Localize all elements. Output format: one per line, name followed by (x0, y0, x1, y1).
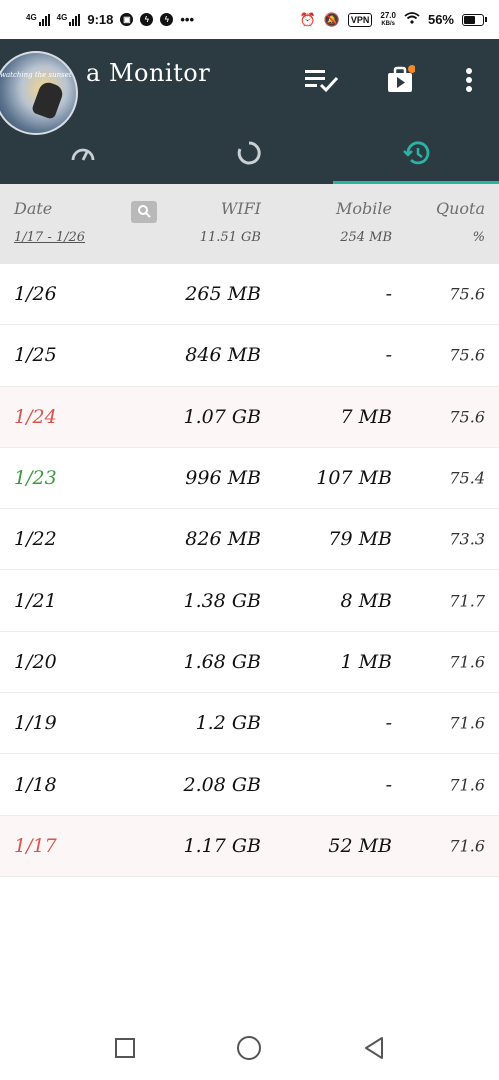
row-mobile: - (385, 283, 392, 306)
mute-icon: 🔕 (323, 11, 340, 27)
row-wifi: 2.08 GB (183, 773, 261, 796)
app-title: a Monitor (86, 59, 211, 87)
row-quota: 71.7 (449, 591, 485, 611)
alarm-icon: ⏰ (299, 11, 316, 27)
row-quota: 71.6 (449, 713, 485, 733)
row-quota: 75.6 (449, 407, 485, 427)
more-notifications-icon: ••• (180, 12, 195, 27)
table-row[interactable]: 1/24 1.07 GB 7 MB 75.6 (0, 386, 499, 448)
row-date: 1/23 (14, 467, 57, 490)
row-date: 1/17 (14, 834, 57, 857)
row-mobile: 1 MB (340, 650, 392, 673)
row-date: 1/20 (14, 650, 57, 673)
app-header: watching the sunset a Monitor (0, 39, 499, 184)
row-date: 1/21 (14, 589, 57, 612)
row-wifi: 1.17 GB (183, 834, 261, 857)
battery-icon (462, 13, 487, 26)
row-wifi: 265 MB (185, 283, 261, 306)
row-mobile: - (385, 773, 392, 796)
history-icon (402, 140, 430, 170)
signal-icon: 4G (26, 13, 50, 26)
row-quota: 71.6 (449, 836, 485, 856)
table-row[interactable]: 1/18 2.08 GB - 71.6 (0, 754, 499, 816)
row-wifi: 1.68 GB (183, 650, 261, 673)
more-options-icon[interactable] (452, 63, 486, 97)
tab-usage[interactable] (166, 125, 332, 184)
store-bag-icon[interactable] (383, 63, 417, 97)
row-date: 1/22 (14, 528, 57, 551)
search-icon (137, 203, 151, 222)
signal-icon-2: 4G (57, 13, 81, 26)
table-row[interactable]: 1/21 1.38 GB 8 MB 71.7 (0, 570, 499, 632)
row-mobile: 8 MB (340, 589, 392, 612)
table-row[interactable]: 1/20 1.68 GB 1 MB 71.6 (0, 632, 499, 694)
network-speed: 27.0 KB/s (380, 10, 396, 27)
row-date: 1/18 (14, 773, 57, 796)
row-quota: 71.6 (449, 775, 485, 795)
status-bar: 4G 4G 9:18 ▣ ϟ ϟ ••• ⏰ 🔕 VPN 27.0 KB/s 5… (0, 0, 499, 39)
tab-bar (0, 125, 499, 184)
row-quota: 75.6 (449, 284, 485, 304)
row-mobile: - (385, 712, 392, 735)
table-row[interactable]: 1/25 846 MB - 75.6 (0, 325, 499, 387)
vpn-badge: VPN (347, 12, 373, 27)
home-button[interactable] (236, 1035, 262, 1065)
avatar[interactable]: watching the sunset (0, 51, 78, 135)
wechat-notification-icon: ▣ (120, 13, 134, 26)
search-button[interactable] (131, 201, 157, 223)
row-wifi: 1.07 GB (183, 405, 261, 428)
row-mobile: 79 MB (328, 528, 392, 551)
quota-unit: % (472, 230, 485, 245)
row-mobile: - (385, 344, 392, 367)
row-wifi: 1.2 GB (195, 712, 261, 735)
mobile-total: 254 MB (340, 230, 392, 245)
battery-level: 56% (427, 12, 454, 27)
row-date: 1/26 (14, 283, 57, 306)
table-row[interactable]: 1/17 1.17 GB 52 MB 71.6 (0, 815, 499, 877)
system-nav-bar (0, 1020, 499, 1080)
date-header: Date (14, 199, 53, 218)
circle-progress-icon (237, 140, 262, 169)
checklist-icon[interactable] (304, 63, 338, 97)
speedometer-icon (70, 143, 96, 167)
quota-header: Quota (435, 199, 485, 218)
row-date: 1/25 (14, 344, 57, 367)
row-wifi: 826 MB (185, 528, 261, 551)
wifi-header: WIFI (220, 199, 261, 218)
row-wifi: 996 MB (185, 467, 261, 490)
row-wifi: 1.38 GB (183, 589, 261, 612)
wifi-total: 11.51 GB (199, 230, 261, 245)
row-date: 1/24 (14, 405, 57, 428)
clock: 9:18 (87, 12, 114, 27)
row-quota: 75.4 (449, 468, 485, 488)
table-row[interactable]: 1/22 826 MB 79 MB 73.3 (0, 509, 499, 571)
row-mobile: 107 MB (316, 467, 392, 490)
tab-history[interactable] (332, 125, 499, 184)
row-wifi: 846 MB (185, 344, 261, 367)
table-row[interactable]: 1/19 1.2 GB - 71.6 (0, 693, 499, 755)
tab-speed[interactable] (0, 125, 166, 184)
date-range-link[interactable]: 1/17 - 1/26 (14, 230, 85, 245)
mobile-header: Mobile (336, 199, 392, 218)
wifi-icon (404, 12, 420, 27)
table-row[interactable]: 1/23 996 MB 107 MB 75.4 (0, 448, 499, 510)
row-quota: 75.6 (449, 345, 485, 365)
row-quota: 73.3 (449, 529, 485, 549)
usage-list: 1/26 265 MB - 75.6 1/25 846 MB - 75.6 1/24 1.07 G… (0, 264, 499, 877)
back-button[interactable] (362, 1036, 386, 1064)
table-row[interactable]: 1/26 265 MB - 75.6 (0, 264, 499, 326)
messenger-notification-icon-2: ϟ (160, 13, 174, 26)
row-mobile: 52 MB (328, 834, 392, 857)
table-header: Date 1/17 - 1/26 WIFI 11.51 GB Mobile 25… (0, 184, 499, 264)
row-date: 1/19 (14, 712, 57, 735)
row-mobile: 7 MB (340, 405, 392, 428)
messenger-notification-icon: ϟ (140, 13, 154, 26)
row-quota: 71.6 (449, 652, 485, 672)
recents-button[interactable] (114, 1037, 136, 1063)
